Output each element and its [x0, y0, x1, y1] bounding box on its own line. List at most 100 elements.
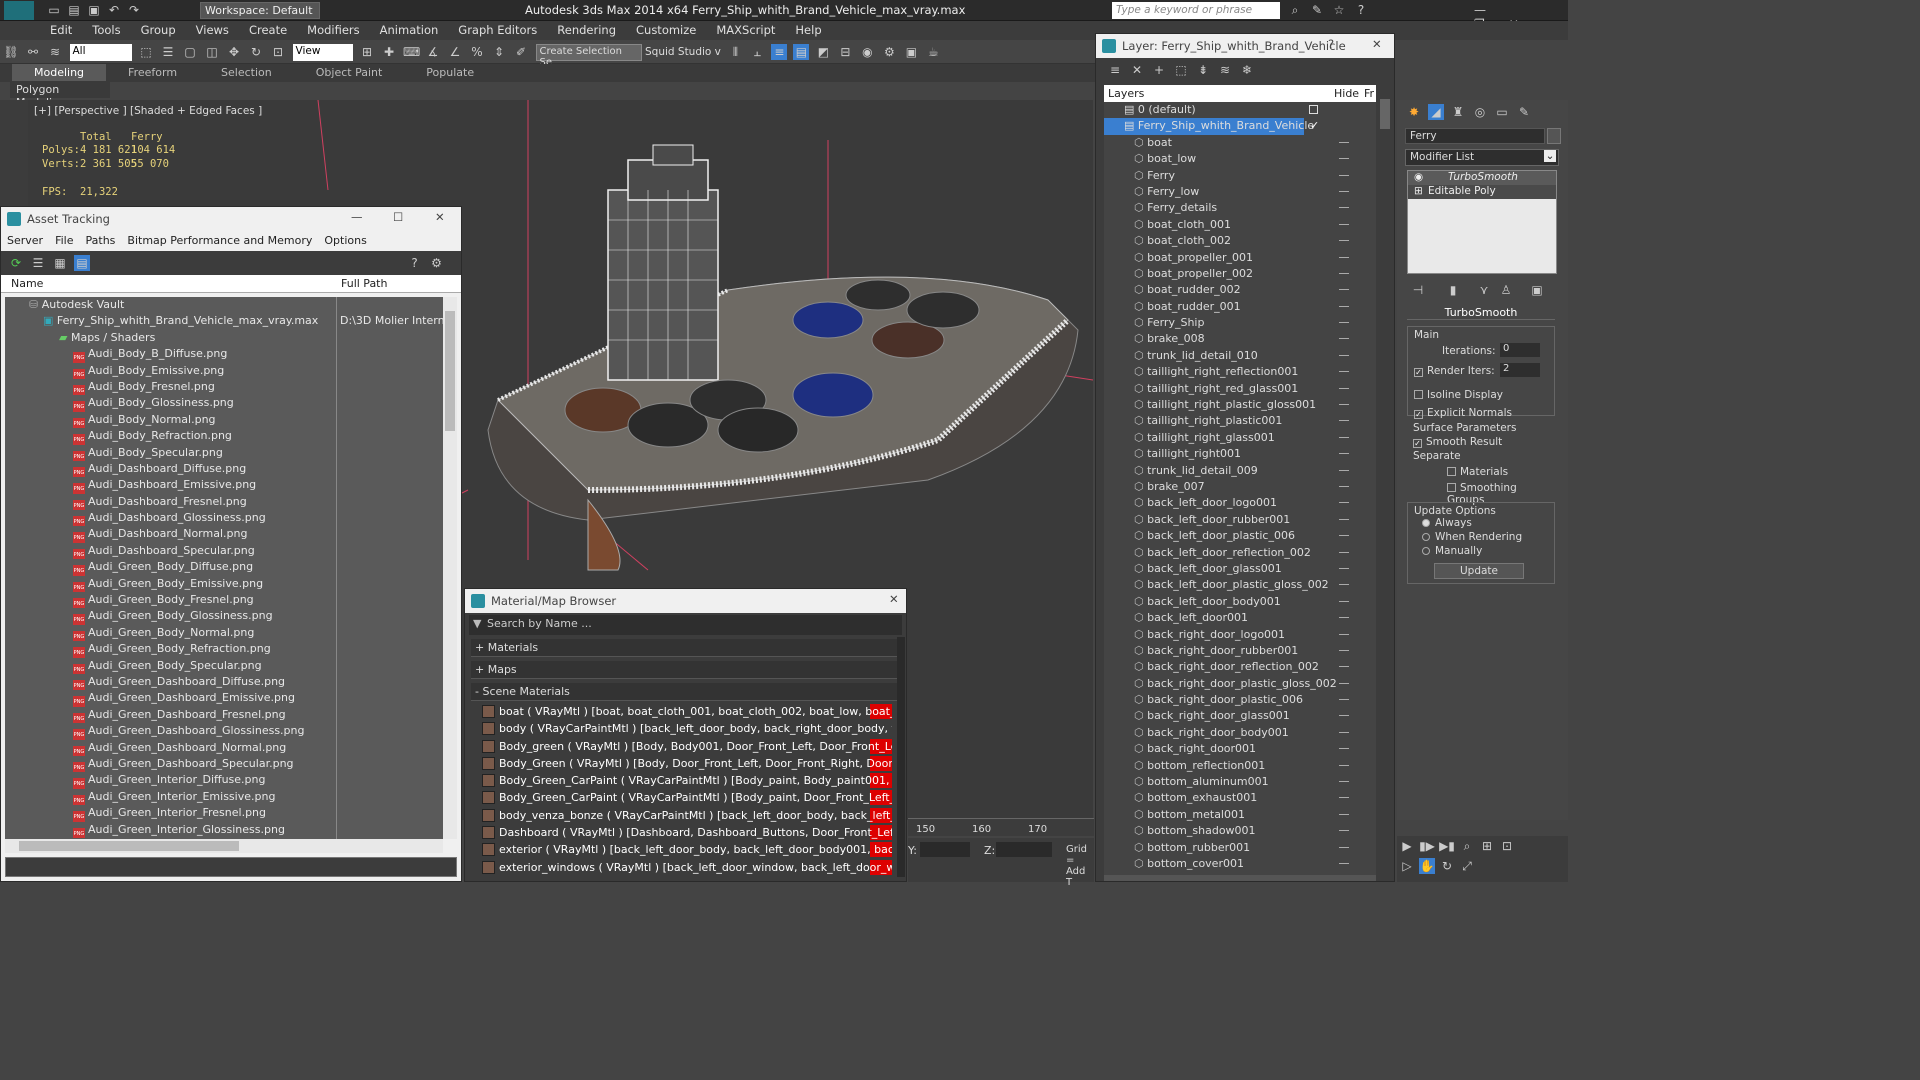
- layer-object-item[interactable]: ⬡ back_left_door_plastic_006: [1104, 528, 1376, 544]
- layer-object-item[interactable]: ⬡ Ferry_details: [1104, 200, 1376, 216]
- snap-icon[interactable]: ∡: [425, 44, 441, 60]
- layer-object-item[interactable]: ⬡ trunk_lid_detail_010: [1104, 348, 1376, 364]
- scale-icon[interactable]: ⊡: [270, 44, 286, 60]
- asset-map-item[interactable]: PNG Audi_Green_Body_Diffuse.png: [5, 559, 443, 576]
- move-icon[interactable]: ✥: [226, 44, 242, 60]
- hide-toggle[interactable]: [1339, 797, 1349, 799]
- select-in-layer-icon[interactable]: ⬚: [1173, 62, 1189, 78]
- layer-object-item[interactable]: ⬡ back_left_door_glass001: [1104, 561, 1376, 577]
- col-layers[interactable]: Layers: [1108, 87, 1144, 100]
- asset-map-item[interactable]: PNG Audi_Body_Emissive.png: [5, 363, 443, 379]
- polygon-modeling-tab[interactable]: Polygon Modeling: [10, 82, 110, 109]
- highlight-layer-icon[interactable]: ⇟: [1195, 62, 1211, 78]
- layer-object-item[interactable]: ⬡ bottom_rubber001: [1104, 840, 1376, 856]
- zoom-icon[interactable]: ⌕: [1459, 838, 1475, 854]
- link-icon[interactable]: ⛓: [3, 44, 19, 60]
- layer-object-item[interactable]: ⬡ bottom_aluminum001: [1104, 774, 1376, 790]
- layer-object-item[interactable]: ⬡ boat_low: [1104, 151, 1376, 167]
- layer-object-item[interactable]: ⬡ back_left_door001: [1104, 610, 1376, 626]
- menu-animation[interactable]: Animation: [370, 21, 449, 39]
- layer-object-item[interactable]: ⬡ boat_propeller_002: [1104, 266, 1376, 282]
- hide-toggle[interactable]: [1339, 551, 1349, 553]
- asset-map-item[interactable]: PNG Audi_Body_Fresnel.png: [5, 379, 443, 396]
- isoline-checkbox[interactable]: [1414, 390, 1423, 399]
- tree-vault[interactable]: ⛁ Autodesk Vault: [5, 297, 443, 313]
- scene-material-item[interactable]: exterior_windows ( VRayMtl ) [back_left_…: [479, 859, 892, 876]
- modifier-list-dropdown[interactable]: Modifier List ⌄: [1405, 149, 1559, 166]
- rollout-title[interactable]: TurboSmooth: [1407, 306, 1555, 320]
- menu-modifiers[interactable]: Modifiers: [297, 21, 370, 39]
- render-iters-row[interactable]: ✓ Render Iters:: [1414, 365, 1495, 377]
- menu-paths[interactable]: Paths: [86, 234, 116, 247]
- layer-object-item[interactable]: ⬡ back_right_door_plastic_006: [1104, 692, 1376, 708]
- z-coord-field[interactable]: [996, 842, 1052, 857]
- select-icon[interactable]: ⬚: [138, 44, 154, 60]
- layer-object-item[interactable]: ⬡ taillight_right001: [1104, 446, 1376, 462]
- settings-icon[interactable]: ⚙: [429, 255, 445, 271]
- hide-toggle[interactable]: [1339, 764, 1349, 766]
- named-sets-icon[interactable]: ✐: [513, 44, 529, 60]
- menu-views[interactable]: Views: [186, 21, 239, 39]
- smooth-result-row[interactable]: ✓ Smooth Result: [1413, 436, 1502, 448]
- menu-customize[interactable]: Customize: [626, 21, 706, 39]
- close-icon[interactable]: ✕: [1372, 37, 1382, 51]
- pin-stack-icon[interactable]: ⊣: [1410, 282, 1426, 298]
- hide-toggle[interactable]: [1339, 453, 1349, 455]
- app-logo-icon[interactable]: [4, 1, 34, 20]
- manually-radio[interactable]: [1422, 547, 1430, 555]
- hide-toggle[interactable]: [1339, 174, 1349, 176]
- hscroll-thumb[interactable]: [19, 841, 239, 851]
- play-icon[interactable]: ▶: [1399, 838, 1415, 854]
- layer-object-item[interactable]: ⬡ back_left_door_rubber001: [1104, 512, 1376, 528]
- hide-toggle[interactable]: [1339, 748, 1349, 750]
- always-radio[interactable]: [1422, 519, 1430, 527]
- manually-row[interactable]: Manually: [1422, 545, 1482, 557]
- asset-map-item[interactable]: PNG Audi_Green_Interior_Glossiness.png: [5, 822, 443, 838]
- hide-toggle[interactable]: [1339, 223, 1349, 225]
- hide-toggle[interactable]: [1339, 256, 1349, 258]
- schematic-icon[interactable]: ⊟: [837, 44, 853, 60]
- layer-object-item[interactable]: ⬡ back_right_door_plastic_gloss_002: [1104, 676, 1376, 692]
- next-frame-icon[interactable]: ▮▶: [1419, 838, 1435, 854]
- asset-map-item[interactable]: PNG Audi_Green_Body_Specular.png: [5, 658, 443, 674]
- tab-populate[interactable]: Populate: [404, 64, 496, 81]
- scroll-thumb[interactable]: [445, 311, 455, 431]
- menu-graph-editors[interactable]: Graph Editors: [448, 21, 547, 39]
- isoline-row[interactable]: Isoline Display: [1414, 389, 1503, 401]
- group-materials[interactable]: + Materials: [471, 639, 900, 657]
- asset-vertical-scrollbar[interactable]: [443, 297, 457, 839]
- hide-toggle[interactable]: [1339, 289, 1349, 291]
- render-iters-spinner[interactable]: 2: [1500, 363, 1540, 377]
- layer-object-item[interactable]: ⬡ bottom_cover001: [1104, 856, 1376, 872]
- scene-material-item[interactable]: exterior ( VRayMtl ) [back_left_door_bod…: [479, 841, 892, 858]
- asset-map-item[interactable]: PNG Audi_Green_Interior_Fresnel.png: [5, 805, 443, 822]
- asset-map-item[interactable]: PNG Audi_Green_Dashboard_Diffuse.png: [5, 674, 443, 691]
- menu-edit[interactable]: Edit: [40, 21, 82, 39]
- tab-modeling[interactable]: Modeling: [12, 64, 107, 81]
- hide-toggle[interactable]: [1339, 649, 1349, 651]
- asset-horizontal-scrollbar[interactable]: [5, 839, 443, 853]
- layer-object-item[interactable]: ⬡ bottom_reflection001: [1104, 758, 1376, 774]
- scene-material-item[interactable]: body_venza_bonze ( VRayCarPaintMtl ) [ba…: [479, 807, 892, 824]
- layer-scrollbar[interactable]: [1378, 85, 1392, 875]
- asset-map-item[interactable]: PNG Audi_Body_B_Diffuse.png: [5, 346, 443, 363]
- layer-object-item[interactable]: ⬡ taillight_right_reflection001: [1104, 364, 1376, 380]
- asset-map-item[interactable]: PNG Audi_Dashboard_Fresnel.png: [5, 494, 443, 511]
- layer-hscrollbar[interactable]: [1104, 875, 1376, 881]
- hide-toggle[interactable]: [1339, 158, 1349, 160]
- rect-select-icon[interactable]: ▢: [182, 44, 198, 60]
- render-iters-checkbox[interactable]: ✓: [1414, 368, 1423, 377]
- layer-object-item[interactable]: ⬡ bottom_shadow001: [1104, 823, 1376, 839]
- layer-object-item[interactable]: ⬡ taillight_right_plastic001: [1104, 413, 1376, 429]
- minimize-icon[interactable]: —: [1474, 3, 1486, 17]
- new-layer-icon[interactable]: ≡: [1107, 62, 1123, 78]
- orbit-icon[interactable]: ↻: [1439, 858, 1455, 874]
- layer-object-item[interactable]: ⬡ back_right_door_rubber001: [1104, 643, 1376, 659]
- curve-editor-icon[interactable]: ◩: [815, 44, 831, 60]
- fov-icon[interactable]: ▷: [1399, 858, 1415, 874]
- always-row[interactable]: Always: [1422, 517, 1472, 529]
- reference-coord-dropdown[interactable]: View: [292, 43, 353, 61]
- layer-object-item[interactable]: ⬡ Ferry: [1104, 168, 1376, 184]
- open-file-icon[interactable]: ▤: [66, 2, 82, 18]
- layer-object-item[interactable]: ⬡ boat_propeller_001: [1104, 250, 1376, 266]
